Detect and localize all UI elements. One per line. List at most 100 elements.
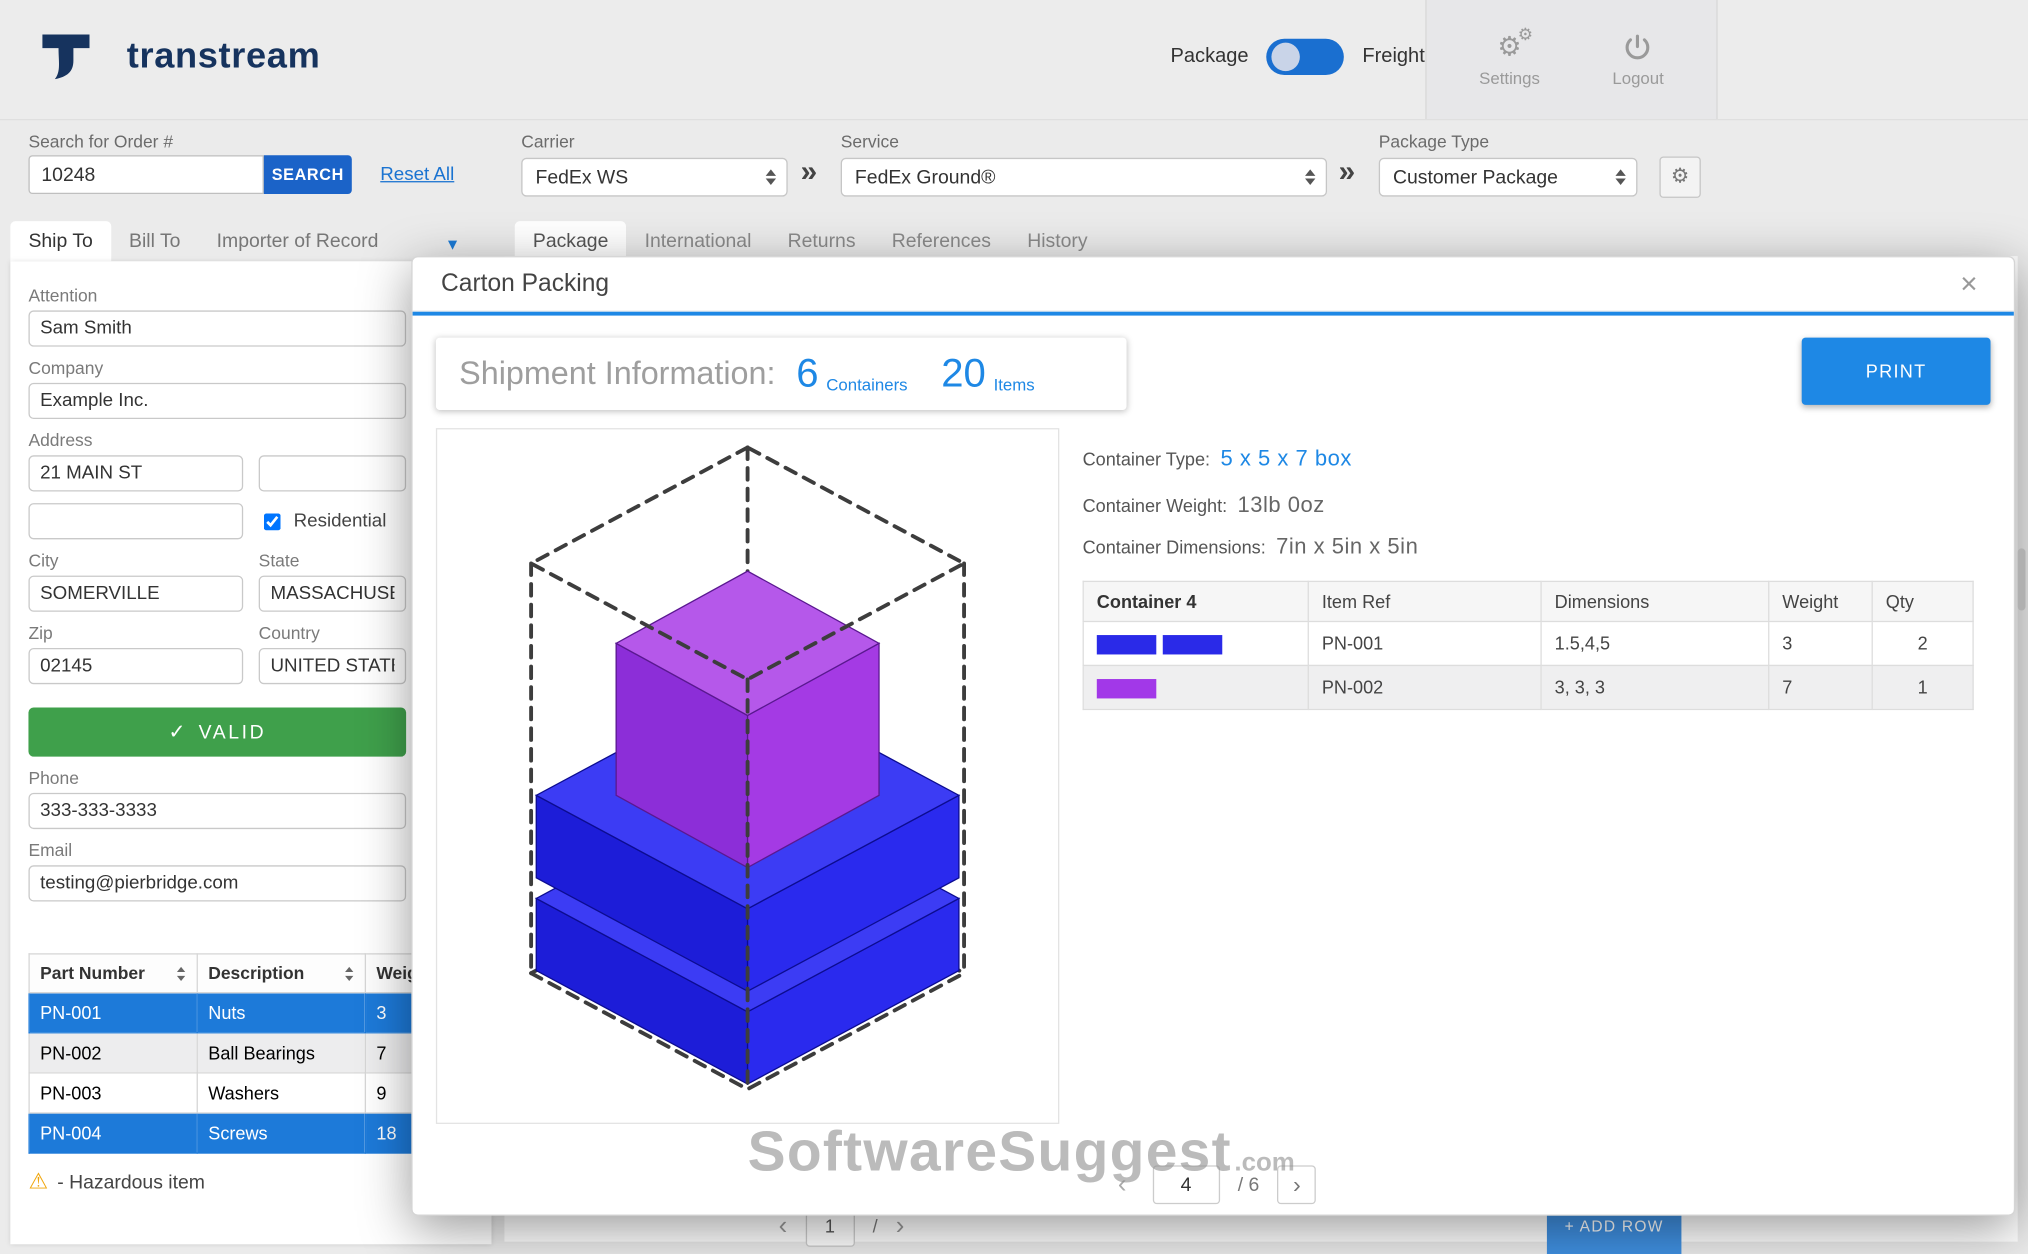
package-type-label: Package Type bbox=[1379, 132, 1638, 151]
state-label: State bbox=[259, 551, 300, 570]
close-icon[interactable]: × bbox=[1952, 268, 1985, 300]
valid-label: VALID bbox=[199, 721, 267, 743]
logout-button[interactable]: Logout bbox=[1612, 31, 1663, 88]
container-type-link[interactable]: 5 x 5 x 7 box bbox=[1220, 446, 1351, 472]
state-field[interactable] bbox=[259, 576, 406, 612]
service-label: Service bbox=[841, 132, 1327, 151]
cell-description: Nuts bbox=[197, 993, 365, 1033]
table-row[interactable]: PN-002 3, 3, 3 7 1 bbox=[1083, 665, 1973, 709]
service-value: FedEx Ground® bbox=[855, 166, 995, 188]
package-freight-toggle[interactable] bbox=[1267, 39, 1345, 75]
address-valid-button[interactable]: ✓ VALID bbox=[28, 707, 406, 756]
transtream-logo-icon bbox=[36, 26, 95, 85]
address2-field[interactable] bbox=[259, 455, 406, 491]
gear-small-icon: ⚙ bbox=[1518, 26, 1533, 43]
address-label: Address bbox=[28, 431, 473, 450]
watermark-text: SoftwareSuggest bbox=[748, 1120, 1232, 1185]
search-order-label: Search for Order # bbox=[28, 132, 173, 151]
carton-packing-modal: Carton Packing × Shipment Information: 6… bbox=[411, 256, 2015, 1216]
containers-unit-label: Containers bbox=[826, 375, 907, 394]
table-row[interactable]: PN-001 Nuts 3 bbox=[29, 993, 477, 1033]
carrier-select[interactable]: FedEx WS bbox=[521, 158, 787, 197]
select-arrows-icon bbox=[1305, 169, 1315, 185]
cell-description: Screws bbox=[197, 1113, 365, 1153]
sort-icon bbox=[344, 966, 354, 982]
cell-dimensions: 3, 3, 3 bbox=[1541, 665, 1769, 709]
app-root: transtream Package Freight ⚙ ⚙ Settings bbox=[0, 0, 2028, 1254]
container-type-label: Container Type: bbox=[1083, 449, 1211, 470]
carrier-label: Carrier bbox=[521, 132, 787, 151]
residential-checkbox[interactable] bbox=[264, 513, 281, 530]
attention-field[interactable] bbox=[28, 310, 406, 346]
table-row[interactable]: PN-004 Screws 18 bbox=[29, 1113, 477, 1153]
container-weight-value: 13lb 0oz bbox=[1238, 493, 1325, 519]
tab-ship-to[interactable]: Ship To bbox=[10, 221, 111, 261]
table-row[interactable]: PN-001 1.5,4,5 3 2 bbox=[1083, 621, 1973, 665]
service-select[interactable]: FedEx Ground® bbox=[841, 158, 1327, 197]
cell-part-number: PN-003 bbox=[29, 1073, 197, 1113]
company-field[interactable] bbox=[28, 383, 406, 419]
items-unit-label: Items bbox=[994, 375, 1035, 394]
carrier-value: FedEx WS bbox=[535, 166, 628, 188]
col-qty: Qty bbox=[1872, 581, 1973, 621]
package-mode-label: Package bbox=[1171, 45, 1249, 68]
cell-part-number: PN-004 bbox=[29, 1113, 197, 1153]
country-field[interactable] bbox=[259, 648, 406, 684]
order-search-input[interactable] bbox=[28, 155, 263, 194]
parts-table-header-row: Part Number Description Weight bbox=[29, 954, 477, 993]
col-dimensions: Dimensions bbox=[1541, 581, 1769, 621]
container-dimensions-value: 7in x 5in x 5in bbox=[1276, 534, 1418, 560]
search-row: SEARCH Reset All bbox=[28, 155, 454, 194]
tab-importer-of-record[interactable]: Importer of Record bbox=[199, 221, 397, 261]
background-page-separator: / bbox=[873, 1216, 878, 1237]
zip-label: Zip bbox=[28, 623, 258, 642]
settings-button[interactable]: ⚙ ⚙ Settings bbox=[1479, 31, 1540, 88]
city-field[interactable] bbox=[28, 576, 243, 612]
container-type-line: Container Type: 5 x 5 x 7 box bbox=[1083, 446, 1352, 472]
zip-field[interactable] bbox=[28, 648, 243, 684]
package-type-select[interactable]: Customer Package bbox=[1379, 158, 1638, 197]
print-button[interactable]: PRINT bbox=[1802, 338, 1991, 405]
address1-field[interactable] bbox=[28, 455, 243, 491]
cell-description: Ball Bearings bbox=[197, 1033, 365, 1073]
contents-header-row: Container 4 Item Ref Dimensions Weight Q… bbox=[1083, 581, 1973, 621]
container-3d-drawing bbox=[437, 429, 1058, 1122]
rate-chevron-icon: » bbox=[801, 154, 818, 189]
phone-label: Phone bbox=[28, 768, 473, 787]
search-button[interactable]: SEARCH bbox=[264, 155, 352, 194]
country-label: Country bbox=[259, 623, 320, 642]
email-field[interactable] bbox=[28, 865, 406, 901]
header-actions: ⚙ ⚙ Settings Logout bbox=[1425, 0, 1717, 119]
app-header: transtream Package Freight ⚙ ⚙ Settings bbox=[0, 0, 2028, 120]
address-tabs-caret-icon[interactable]: ▼ bbox=[445, 235, 460, 253]
cell-weight: 7 bbox=[1769, 665, 1872, 709]
items-count: 20 bbox=[941, 351, 986, 398]
swatch-cell bbox=[1083, 665, 1308, 709]
sort-icon bbox=[176, 966, 186, 982]
rate-chevron-icon: » bbox=[1339, 154, 1356, 189]
reset-all-link[interactable]: Reset All bbox=[380, 164, 454, 185]
watermark: SoftwareSuggest .com bbox=[748, 1120, 1295, 1185]
package-settings-button[interactable]: ⚙ bbox=[1659, 157, 1700, 198]
screenshot-stage: transtream Package Freight ⚙ ⚙ Settings bbox=[0, 0, 2028, 1254]
residential-option: Residential bbox=[259, 509, 387, 534]
mode-toggle-group: Package Freight bbox=[1171, 39, 1425, 75]
carrier-group: Carrier FedEx WS bbox=[521, 132, 787, 197]
table-row[interactable]: PN-003 Washers 9 bbox=[29, 1073, 477, 1113]
container-contents-table: Container 4 Item Ref Dimensions Weight Q… bbox=[1083, 581, 1974, 710]
col-description[interactable]: Description bbox=[197, 954, 365, 993]
table-row[interactable]: PN-002 Ball Bearings 7 bbox=[29, 1033, 477, 1073]
hazard-icon: ⚠ bbox=[28, 1169, 48, 1195]
col-weight: Weight bbox=[1769, 581, 1872, 621]
container-dimensions-label: Container Dimensions: bbox=[1083, 537, 1266, 558]
shipment-info-label: Shipment Information: bbox=[459, 355, 775, 393]
col-item-ref: Item Ref bbox=[1308, 581, 1541, 621]
address3-field[interactable] bbox=[28, 503, 243, 539]
phone-field[interactable] bbox=[28, 793, 406, 829]
tab-bill-to[interactable]: Bill To bbox=[111, 221, 199, 261]
col-container: Container 4 bbox=[1083, 581, 1308, 621]
item-color-swatch bbox=[1163, 635, 1222, 654]
parts-table: Part Number Description Weight PN-001 Nu… bbox=[28, 953, 477, 1153]
scrollbar-thumb[interactable] bbox=[2018, 548, 2026, 610]
col-part-number[interactable]: Part Number bbox=[29, 954, 197, 993]
